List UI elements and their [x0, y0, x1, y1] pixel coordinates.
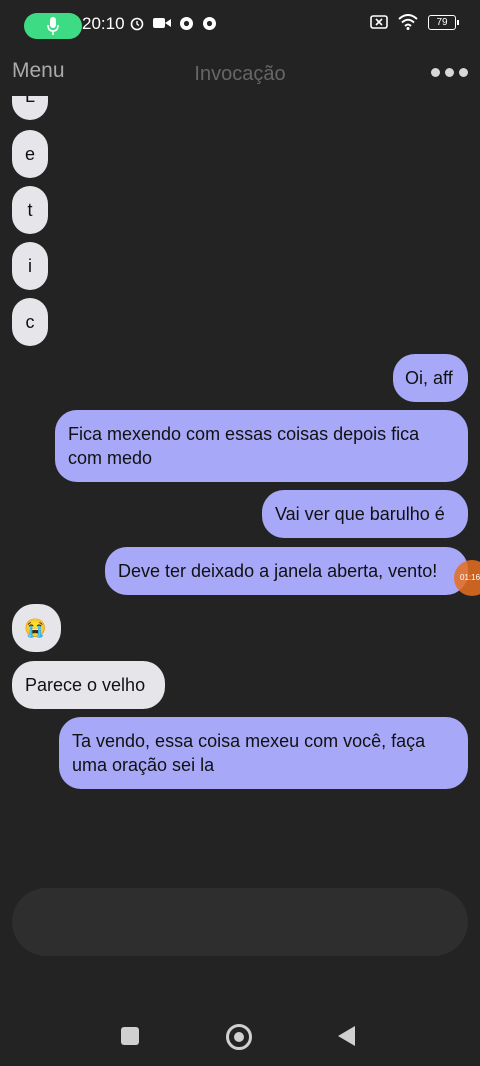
- home-icon[interactable]: [226, 1024, 252, 1050]
- dot-icon: [431, 68, 440, 77]
- mic-indicator: [24, 13, 82, 39]
- video-icon: [153, 18, 171, 28]
- incoming-message[interactable]: Parece o velho: [12, 661, 165, 709]
- alarm-icon: [130, 17, 144, 31]
- system-nav-bar: [0, 1010, 480, 1066]
- incoming-message[interactable]: e: [12, 130, 48, 178]
- incoming-message[interactable]: 😭: [12, 604, 61, 652]
- chrome-icon: [180, 16, 193, 30]
- chrome-icon-2: [203, 16, 216, 30]
- outgoing-message[interactable]: Ta vendo, essa coisa mexeu com você, faç…: [59, 717, 468, 789]
- page-title: Invocação: [194, 63, 286, 85]
- message-input[interactable]: [12, 888, 468, 956]
- header-overlay: Menu Invocação: [0, 52, 480, 96]
- incoming-message[interactable]: i: [12, 242, 48, 290]
- more-options-button[interactable]: [431, 68, 468, 77]
- outgoing-message[interactable]: Fica mexendo com essas coisas depois fic…: [55, 410, 468, 482]
- no-sim-icon: [370, 15, 388, 29]
- battery-icon: 79: [428, 14, 459, 30]
- incoming-message[interactable]: t: [12, 186, 48, 234]
- outgoing-message[interactable]: Vai ver que barulho é: [262, 490, 468, 538]
- battery-level: 79: [436, 16, 448, 28]
- clock: 20:10: [82, 14, 125, 33]
- dot-icon: [445, 68, 454, 77]
- wifi-icon: [398, 14, 418, 30]
- status-bar: 20:10 79: [0, 0, 480, 52]
- outgoing-message[interactable]: Oi, aff: [393, 354, 468, 402]
- mic-icon: [47, 17, 59, 35]
- dot-icon: [459, 68, 468, 77]
- incoming-message[interactable]: c: [12, 298, 48, 346]
- outgoing-message[interactable]: Deve ter deixado a janela aberta, vento!: [105, 547, 468, 595]
- recents-icon[interactable]: [121, 1027, 139, 1045]
- back-icon[interactable]: [338, 1026, 355, 1046]
